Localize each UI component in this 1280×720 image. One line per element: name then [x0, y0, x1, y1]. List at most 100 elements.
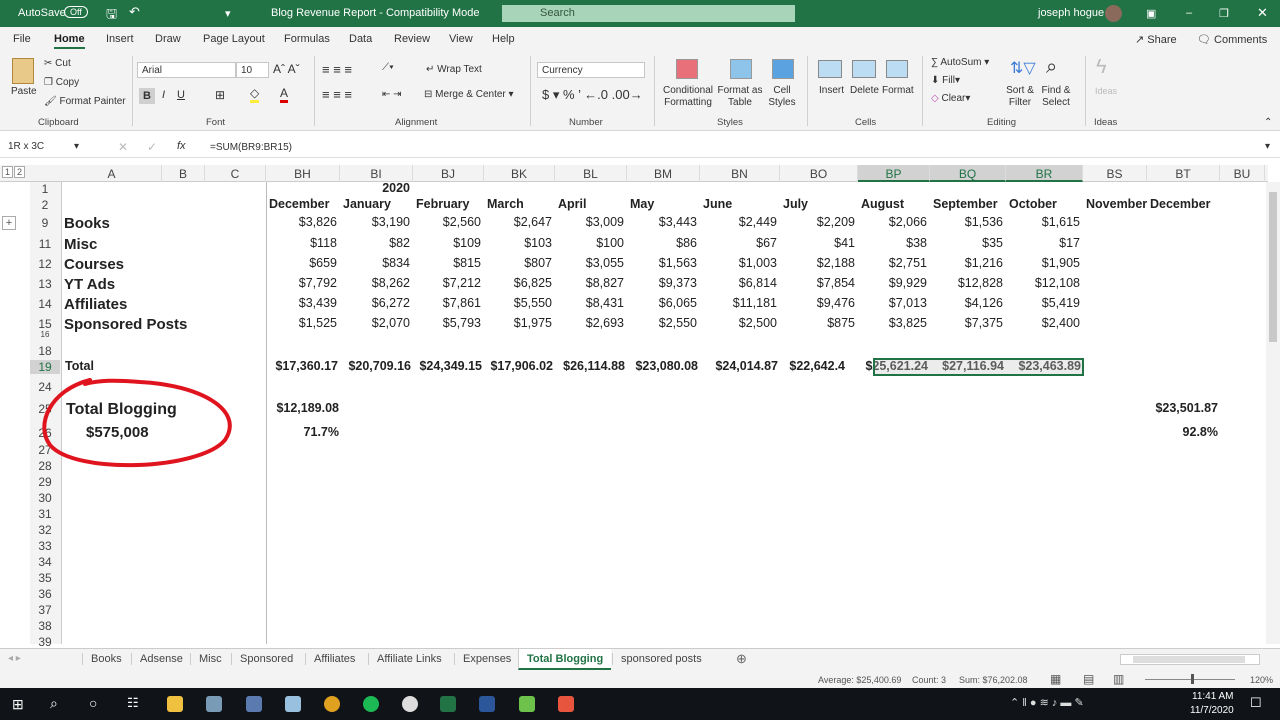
- minimize-icon[interactable]: –: [1186, 7, 1192, 19]
- value-cell[interactable]: $7,212: [413, 276, 481, 290]
- row-header-9[interactable]: 9: [30, 216, 60, 230]
- cortana-icon[interactable]: ○: [89, 695, 97, 711]
- clock-date[interactable]: 11/7/2020: [1190, 705, 1234, 716]
- sheet-tab-total-blogging[interactable]: Total Blogging: [518, 649, 612, 670]
- category-label[interactable]: Books: [64, 215, 264, 232]
- menu-tab-view[interactable]: View: [449, 33, 473, 45]
- value-cell[interactable]: $1,003: [700, 256, 777, 270]
- wrap-text-button[interactable]: ↵ Wrap Text: [426, 64, 482, 75]
- font-name-select[interactable]: Arial: [137, 62, 236, 78]
- menu-tab-page-layout[interactable]: Page Layout: [203, 33, 265, 45]
- format-as-table-button[interactable]: Format as Table: [717, 85, 763, 109]
- normal-view-icon[interactable]: ▦: [1050, 672, 1061, 686]
- restore-icon[interactable]: ❐: [1219, 7, 1229, 20]
- column-header-bs[interactable]: BS: [1083, 165, 1147, 182]
- row-header-18[interactable]: 18: [30, 344, 60, 358]
- menu-tab-data[interactable]: Data: [349, 33, 372, 45]
- search-box[interactable]: Search: [502, 5, 795, 22]
- row-header-15[interactable]: 15: [30, 317, 60, 331]
- month-header[interactable]: December: [269, 197, 341, 211]
- add-sheet-button[interactable]: ⊕: [736, 651, 747, 667]
- value-cell[interactable]: $5,419: [1006, 296, 1080, 310]
- month-header[interactable]: August: [861, 197, 931, 211]
- value-cell[interactable]: $17: [1006, 236, 1080, 250]
- format-painter-button[interactable]: 🖌 Format Painter: [44, 96, 126, 107]
- total-blogging-bt-pct[interactable]: 92.8%: [1130, 425, 1218, 439]
- sheet-tab-expenses[interactable]: Expenses: [454, 653, 519, 665]
- value-cell[interactable]: $815: [413, 256, 481, 270]
- menu-tab-home[interactable]: Home: [54, 33, 85, 49]
- page-layout-view-icon[interactable]: ▤: [1083, 672, 1094, 686]
- value-cell[interactable]: $12,108: [1006, 276, 1080, 290]
- value-cell[interactable]: $1,536: [930, 215, 1003, 229]
- number-format-icons[interactable]: $ ▾ % ’ ←.0 .00→: [542, 87, 643, 103]
- borders-icon[interactable]: ⊞: [215, 88, 225, 102]
- clear-button[interactable]: ◇ Clear▾: [931, 93, 970, 104]
- value-cell[interactable]: $1,525: [266, 316, 337, 330]
- value-cell[interactable]: $35: [930, 236, 1003, 250]
- value-cell[interactable]: $2,188: [780, 256, 855, 270]
- value-cell[interactable]: $659: [266, 256, 337, 270]
- select-all-button[interactable]: [33, 165, 61, 182]
- conditional-formatting-icon[interactable]: [676, 59, 698, 79]
- value-cell[interactable]: $8,827: [555, 276, 624, 290]
- value-cell[interactable]: $1,563: [627, 256, 697, 270]
- value-cell[interactable]: $5,793: [413, 316, 481, 330]
- row-header-16[interactable]: 16: [30, 330, 60, 339]
- value-cell[interactable]: $6,272: [340, 296, 410, 310]
- column-header-bu[interactable]: BU: [1220, 165, 1265, 182]
- format-button[interactable]: Format: [882, 85, 914, 96]
- excel-icon[interactable]: [440, 696, 456, 712]
- year-header[interactable]: 2020: [340, 181, 410, 195]
- total-value-cell[interactable]: $24,014.87: [690, 359, 778, 373]
- sheet-tab-books[interactable]: Books: [82, 653, 130, 665]
- row-header-36[interactable]: 36: [30, 587, 60, 601]
- total-blogging-bh[interactable]: $12,189.08: [266, 401, 339, 415]
- scroll-thumb[interactable]: [1269, 192, 1277, 342]
- insert-cells-icon[interactable]: [818, 60, 842, 78]
- value-cell[interactable]: $4,126: [930, 296, 1003, 310]
- category-label[interactable]: Courses: [64, 256, 264, 273]
- file-explorer-icon[interactable]: [167, 696, 183, 712]
- value-cell[interactable]: $3,439: [266, 296, 337, 310]
- total-value-cell[interactable]: $20,709.16: [330, 359, 411, 373]
- cell-styles-button[interactable]: Cell Styles: [765, 85, 799, 109]
- value-cell[interactable]: $2,209: [780, 215, 855, 229]
- total-value-cell[interactable]: $24,349.15: [403, 359, 482, 373]
- horizontal-scrollbar[interactable]: [1120, 654, 1260, 665]
- search-icon[interactable]: ⌕: [50, 695, 58, 712]
- cell-styles-icon[interactable]: [772, 59, 794, 79]
- value-cell[interactable]: $3,826: [266, 215, 337, 229]
- value-cell[interactable]: $11,181: [700, 296, 777, 310]
- column-header-bp[interactable]: BP: [858, 165, 930, 182]
- row-header-33[interactable]: 33: [30, 539, 60, 553]
- column-header-b[interactable]: B: [162, 165, 205, 182]
- menu-tab-file[interactable]: File: [13, 33, 31, 45]
- month-header[interactable]: April: [558, 197, 628, 211]
- outline-level-button[interactable]: 2: [14, 166, 25, 178]
- category-label[interactable]: Misc: [64, 236, 264, 253]
- sheet-tab-adsense[interactable]: Adsense: [131, 653, 191, 665]
- close-icon[interactable]: ✕: [1257, 5, 1268, 21]
- comments-button[interactable]: 🗨 Comments: [1197, 33, 1267, 46]
- value-cell[interactable]: $2,550: [627, 316, 697, 330]
- value-cell[interactable]: $5,550: [484, 296, 552, 310]
- system-tray-icons[interactable]: ⌃ ‖ ● ≋ ♪ ▬ ✎: [1010, 696, 1084, 709]
- format-table-icon[interactable]: [730, 59, 752, 79]
- task-view-icon[interactable]: ☷: [127, 695, 139, 711]
- value-cell[interactable]: $3,190: [340, 215, 410, 229]
- column-header-bt[interactable]: BT: [1147, 165, 1220, 182]
- zoom-level[interactable]: 120%: [1250, 675, 1273, 685]
- value-cell[interactable]: $7,861: [413, 296, 481, 310]
- row-header-11[interactable]: 11: [30, 237, 60, 251]
- conditional-formatting-button[interactable]: Conditional Formatting: [660, 85, 716, 109]
- document-title[interactable]: Blog Revenue Report - Compatibility Mode: [271, 7, 480, 19]
- value-cell[interactable]: $8,431: [555, 296, 624, 310]
- fill-color-icon[interactable]: ◇: [250, 86, 260, 103]
- menu-tab-help[interactable]: Help: [492, 33, 515, 45]
- total-value-cell[interactable]: $23,080.08: [617, 359, 698, 373]
- app-icon[interactable]: [206, 696, 222, 712]
- value-cell[interactable]: $2,066: [858, 215, 927, 229]
- month-header[interactable]: June: [703, 197, 781, 211]
- app-icon[interactable]: [402, 696, 418, 712]
